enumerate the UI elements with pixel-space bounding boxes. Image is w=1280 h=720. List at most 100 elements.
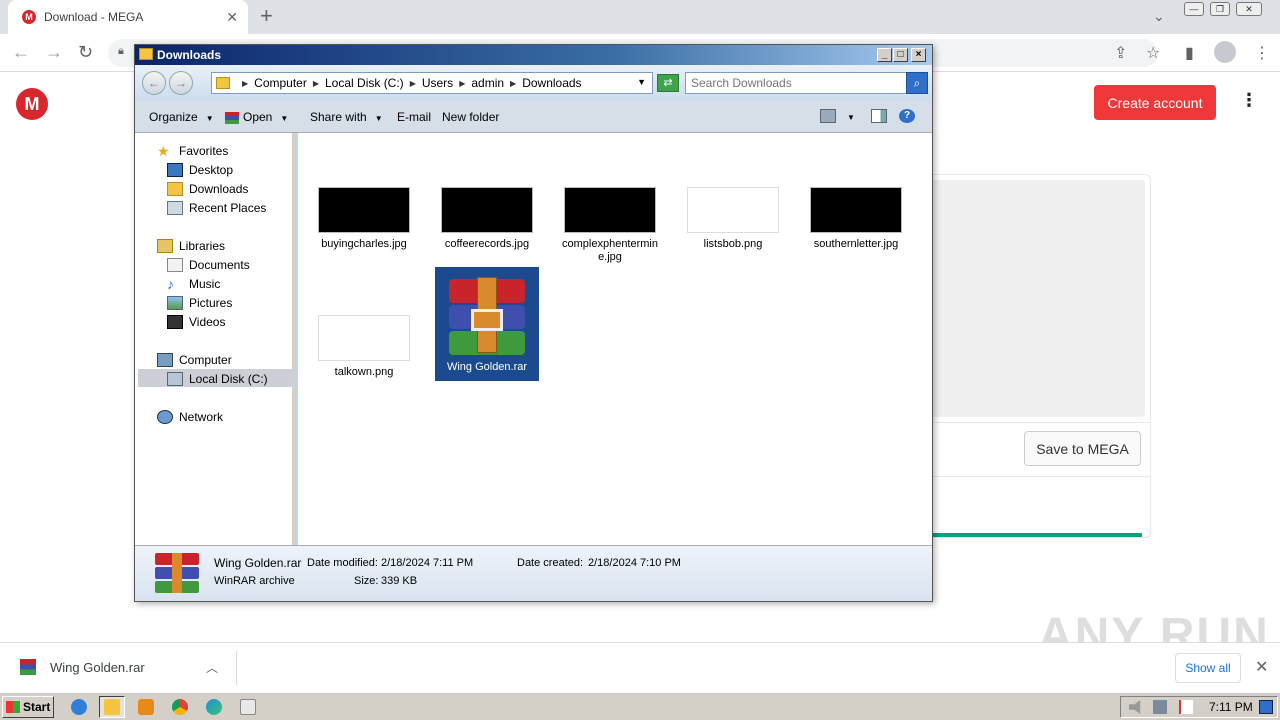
nav-item-documents[interactable]: Documents bbox=[167, 258, 250, 272]
nav-label: Desktop bbox=[189, 163, 234, 177]
image-thumbnail bbox=[564, 187, 656, 233]
help-icon[interactable]: ? bbox=[899, 109, 915, 123]
chrome-menu-icon[interactable]: ⋮ bbox=[1254, 43, 1270, 63]
nav-item-libraries[interactable]: Libraries bbox=[157, 239, 225, 253]
close-window-icon[interactable]: ✕ bbox=[1236, 2, 1262, 16]
reload-icon[interactable]: ↻ bbox=[78, 42, 93, 63]
forward-icon[interactable]: → bbox=[169, 71, 193, 95]
profile-avatar-icon[interactable] bbox=[1214, 41, 1236, 63]
file-item[interactable]: complexphentermine.jpg bbox=[558, 187, 662, 264]
download-item[interactable]: Wing Golden.rar bbox=[20, 659, 145, 675]
taskbar-app-icon[interactable] bbox=[235, 696, 261, 718]
edge-icon[interactable] bbox=[201, 696, 227, 718]
chevron-up-icon[interactable]: ︿ bbox=[206, 659, 218, 676]
nav-item-videos[interactable]: Videos bbox=[167, 315, 225, 329]
save-to-mega-button[interactable]: Save to MEGA bbox=[1024, 431, 1141, 466]
organize-button[interactable]: Organize ▼ bbox=[149, 110, 214, 124]
restore-icon[interactable]: ❐ bbox=[1210, 2, 1230, 16]
views-icon[interactable] bbox=[820, 109, 836, 123]
create-account-button[interactable]: Create account bbox=[1094, 85, 1216, 120]
mega-menu-icon[interactable]: ⋮ bbox=[1240, 90, 1258, 111]
new-folder-button[interactable]: New folder bbox=[442, 110, 499, 124]
start-label: Start bbox=[23, 700, 51, 714]
file-item[interactable]: talkown.png bbox=[312, 315, 416, 379]
email-button[interactable]: E-mail bbox=[397, 110, 431, 124]
recent-places-icon bbox=[167, 201, 183, 215]
flag-tray-icon[interactable] bbox=[1179, 700, 1193, 714]
start-button[interactable]: Start bbox=[2, 696, 54, 718]
search-input[interactable] bbox=[685, 72, 907, 94]
winrar-icon bbox=[225, 111, 239, 124]
minimize-icon[interactable]: — bbox=[1184, 2, 1204, 16]
show-all-button[interactable]: Show all bbox=[1175, 653, 1241, 683]
breadcrumb-local-disk[interactable]: Local Disk (C:) bbox=[325, 76, 404, 90]
computer-icon bbox=[157, 353, 173, 367]
close-download-bar-icon[interactable]: ✕ bbox=[1255, 657, 1268, 677]
maximize-icon[interactable]: □ bbox=[893, 48, 908, 62]
explorer-taskbar-icon[interactable] bbox=[99, 696, 125, 718]
open-button[interactable]: Open ▼ bbox=[225, 110, 288, 124]
download-progress-bar bbox=[925, 533, 1142, 537]
mega-logo[interactable]: M bbox=[16, 88, 48, 120]
details-modified-label: Date modified: bbox=[307, 557, 378, 569]
documents-icon bbox=[167, 258, 183, 272]
breadcrumb-users[interactable]: Users bbox=[422, 76, 453, 90]
file-preview-area bbox=[926, 180, 1145, 417]
share-icon[interactable]: ⇪ bbox=[1114, 43, 1127, 63]
nav-item-computer[interactable]: Computer bbox=[157, 353, 232, 367]
internet-explorer-icon[interactable] bbox=[66, 696, 92, 718]
details-size-label: Size: bbox=[354, 575, 379, 587]
nav-label: Documents bbox=[189, 258, 250, 272]
preview-pane-icon[interactable] bbox=[871, 109, 887, 123]
file-item-selected[interactable]: Wing Golden.rar bbox=[435, 267, 539, 381]
file-name: Wing Golden.rar bbox=[446, 361, 528, 373]
explorer-titlebar[interactable]: Downloads _ □ × bbox=[135, 45, 932, 65]
search-icon[interactable]: ⌕ bbox=[906, 72, 928, 94]
volume-icon[interactable] bbox=[1129, 700, 1141, 714]
nav-item-desktop[interactable]: Desktop bbox=[167, 163, 233, 177]
close-tab-icon[interactable]: ✕ bbox=[226, 9, 238, 26]
nav-item-recent-places[interactable]: Recent Places bbox=[167, 201, 266, 215]
close-icon[interactable]: × bbox=[911, 48, 926, 62]
forward-icon[interactable]: → bbox=[45, 42, 63, 63]
chevron-down-icon[interactable]: ▼ bbox=[637, 77, 646, 87]
details-pane: Wing Golden.rar WinRAR archive Date modi… bbox=[135, 545, 932, 601]
tab-search-icon[interactable]: ⌄ bbox=[1153, 8, 1165, 25]
file-item[interactable]: coffeerecords.jpg bbox=[435, 187, 539, 251]
breadcrumb[interactable]: ▶ Computer ▶ Local Disk (C:) ▶ Users ▶ admi… bbox=[211, 72, 653, 94]
details-created-label: Date created: bbox=[517, 557, 584, 569]
breadcrumb-admin[interactable]: admin bbox=[471, 76, 504, 90]
nav-item-favorites[interactable]: ★ Favorites bbox=[157, 144, 228, 158]
nav-item-music[interactable]: ♪ Music bbox=[167, 277, 220, 291]
minimize-icon[interactable]: _ bbox=[877, 48, 892, 62]
nav-item-pictures[interactable]: Pictures bbox=[167, 296, 232, 310]
refresh-icon[interactable]: ⇄ bbox=[657, 74, 679, 92]
share-with-button[interactable]: Share with ▼ bbox=[310, 110, 383, 124]
show-desktop-icon[interactable] bbox=[1259, 700, 1273, 714]
file-item[interactable]: southernletter.jpg bbox=[804, 187, 908, 251]
address-row: ← → ▶ Computer ▶ Local Disk (C:) ▶ Users ▶ … bbox=[135, 65, 932, 101]
progress-fill bbox=[925, 533, 1142, 537]
file-list: buyingcharles.jpg coffeerecords.jpg comp… bbox=[298, 133, 932, 545]
file-item[interactable]: buyingcharles.jpg bbox=[312, 187, 416, 251]
nav-item-downloads[interactable]: Downloads bbox=[167, 182, 248, 196]
bookmark-star-icon[interactable]: ☆ bbox=[1146, 43, 1160, 63]
back-icon[interactable]: ← bbox=[12, 42, 30, 63]
card-divider bbox=[921, 422, 1150, 423]
new-tab-button[interactable]: + bbox=[260, 5, 273, 27]
nav-item-local-disk[interactable]: Local Disk (C:) bbox=[167, 372, 268, 386]
browser-tab[interactable]: M Download - MEGA ✕ bbox=[8, 0, 248, 34]
breadcrumb-computer[interactable]: Computer bbox=[254, 76, 307, 90]
chevron-down-icon[interactable]: ▼ bbox=[847, 113, 855, 122]
back-icon[interactable]: ← bbox=[142, 71, 166, 95]
file-item[interactable]: listsbob.png bbox=[681, 187, 785, 251]
chrome-icon[interactable] bbox=[167, 696, 193, 718]
media-player-icon[interactable] bbox=[133, 696, 159, 718]
network-tray-icon[interactable] bbox=[1153, 700, 1167, 714]
breadcrumb-downloads[interactable]: Downloads bbox=[522, 76, 581, 90]
organize-label: Organize bbox=[149, 110, 198, 124]
nav-item-network[interactable]: Network bbox=[157, 410, 223, 424]
card-divider bbox=[921, 476, 1150, 477]
file-name: talkown.png bbox=[334, 366, 394, 378]
side-panel-icon[interactable]: ▮ bbox=[1185, 43, 1194, 63]
